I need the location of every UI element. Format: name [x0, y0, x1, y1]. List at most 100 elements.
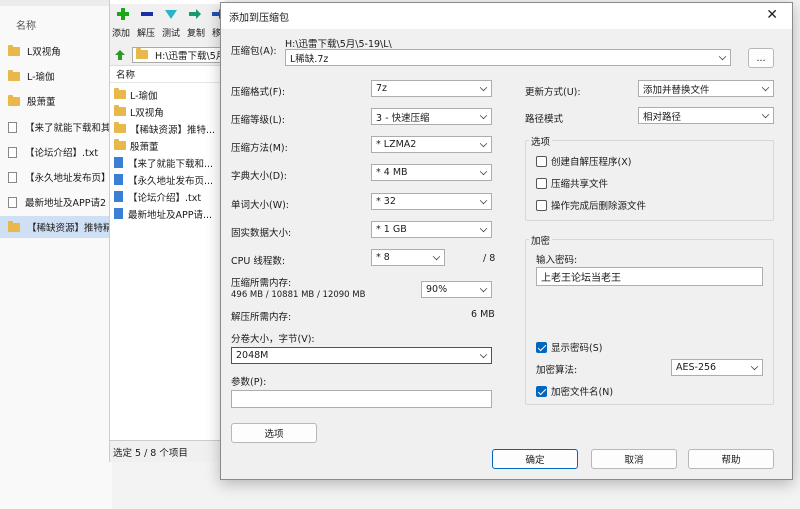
checkbox-box [536, 177, 547, 189]
add-button[interactable]: 添加 [112, 26, 130, 39]
delete-after-checkbox[interactable]: 操作完成后删除源文件 [536, 198, 646, 212]
cpu-threads-total: / 8 [483, 253, 496, 264]
file-explorer-window: 名称 L双视角 L-瑜伽 殷萧董 【来了就能下载和其 【论坛介绍】.txt 【永… [0, 0, 112, 509]
list-item[interactable]: 【来了就能下载和... [114, 154, 226, 171]
list-item[interactable]: 殷萧董 [0, 90, 112, 112]
list-item-label: 最新地址及APP请2 [25, 198, 107, 209]
parameters-input[interactable] [231, 390, 492, 408]
show-password-checkbox[interactable]: 显示密码(S) [536, 340, 602, 354]
cpu-threads-value: * 8 [376, 252, 390, 263]
list-item[interactable]: 最新地址及APP请... [114, 205, 226, 222]
chevron-down-icon [750, 362, 759, 371]
list-item[interactable]: 【来了就能下载和其 [0, 116, 112, 138]
method-value: * LZMA2 [376, 139, 417, 150]
encryption-method-label: 加密算法: [536, 365, 578, 376]
level-select[interactable]: 3 - 快速压缩 [371, 108, 492, 125]
word-size-select[interactable]: * 32 [371, 193, 492, 210]
help-button[interactable]: 帮助 [688, 449, 774, 469]
list-item-label: 【稀缺资源】推特精 [27, 223, 112, 234]
solid-size-select[interactable]: * 1 GB [371, 221, 492, 238]
format-select[interactable]: 7z [371, 80, 492, 97]
update-mode-select[interactable]: 添加并替换文件 [638, 80, 774, 97]
close-icon[interactable]: ✕ [766, 7, 778, 23]
chevron-down-icon [479, 224, 488, 233]
show-password-label: 显示密码(S) [551, 343, 603, 354]
encrypt-filenames-checkbox[interactable]: 加密文件名(N) [536, 384, 613, 398]
cancel-button[interactable]: 取消 [591, 449, 677, 469]
shared-files-checkbox[interactable]: 压缩共享文件 [536, 176, 608, 190]
list-item[interactable]: L双视角 [0, 40, 112, 62]
memory-percent-select[interactable]: 90% [421, 281, 492, 298]
doc-icon [114, 191, 123, 202]
copy-button[interactable]: 复制 [187, 26, 205, 39]
archive-name-value: L稀缺.7z [290, 53, 329, 65]
list-item[interactable]: 殷萧董 [114, 137, 226, 154]
split-size-combobox[interactable]: 2048M [231, 347, 492, 364]
explorer-column-name[interactable]: 名称 [16, 17, 36, 32]
list-item-label: 【论坛介绍】.txt [128, 192, 202, 204]
level-value: 3 - 快速压缩 [376, 112, 430, 124]
list-item[interactable]: L-瑜伽 [114, 86, 226, 103]
password-label: 输入密码: [536, 255, 578, 266]
encrypt-filenames-label: 加密文件名(N) [551, 387, 614, 398]
path-input[interactable]: H:\迅雷下载\5月 [132, 46, 226, 63]
extract-button[interactable]: 解压 [137, 26, 155, 39]
encryption-method-select[interactable]: AES-256 [671, 359, 763, 376]
dict-size-select[interactable]: * 4 MB [371, 164, 492, 181]
folder-icon [114, 88, 126, 99]
method-select[interactable]: * LZMA2 [371, 136, 492, 153]
list-item[interactable]: 【稀缺资源】推特精 [0, 216, 112, 238]
archive-label: 压缩包(A): [231, 46, 277, 57]
up-folder-icon[interactable] [114, 49, 126, 61]
list-item[interactable]: 【稀缺资源】推特... [114, 120, 226, 137]
list-item[interactable]: 【论坛介绍】.txt [0, 141, 112, 163]
list-item[interactable]: L-瑜伽 [0, 65, 112, 87]
memory-usage-detail: 496 MB / 10881 MB / 12090 MB [231, 290, 366, 300]
list-item[interactable]: 【永久地址发布页】 [0, 166, 112, 188]
options-button[interactable]: 选项 [231, 423, 317, 443]
cpu-threads-label: CPU 线程数: [231, 256, 286, 267]
doc-icon [114, 157, 123, 168]
archive-path: H:\迅雷下载\5月\5-19\L\ [285, 39, 392, 50]
path-text: H:\迅雷下载\5月 [155, 50, 226, 62]
password-input[interactable]: 上老王论坛当老王 [536, 267, 763, 286]
encryption-group-title: 加密 [529, 233, 553, 247]
ok-button[interactable]: 确定 [492, 449, 578, 469]
list-item[interactable]: L双视角 [114, 103, 226, 120]
update-mode-label: 更新方式(U): [525, 87, 581, 98]
path-mode-select[interactable]: 相对路径 [638, 107, 774, 124]
chevron-down-icon [479, 111, 488, 120]
list-item-label: 【来了就能下载和... [128, 158, 214, 170]
archive-name-combobox[interactable]: L稀缺.7z [285, 49, 731, 66]
list-item[interactable]: 【论坛介绍】.txt [114, 188, 226, 205]
chevron-down-icon [718, 52, 727, 61]
list-item[interactable]: 最新地址及APP请2 [0, 191, 112, 213]
add-to-archive-dialog: 添加到压缩包 ✕ 压缩包(A): H:\迅雷下载\5月\5-19\L\ L稀缺.… [220, 2, 793, 480]
parameters-label: 参数(P): [231, 377, 267, 388]
test-button[interactable]: 测试 [162, 26, 180, 39]
chevron-down-icon [479, 350, 488, 359]
format-label: 压缩格式(F): [231, 87, 286, 98]
sfx-checkbox[interactable]: 创建自解压程序(X) [536, 154, 631, 168]
list-item-label: 【论坛介绍】.txt [25, 148, 99, 159]
list-item[interactable]: 【永久地址发布页... [114, 171, 226, 188]
folder-icon [8, 69, 20, 81]
7zip-file-manager: 添加 解压 测试 复制 移 H:\迅雷下载\5月 名称 L-瑜伽 L双视角 【稀… [109, 0, 226, 462]
browse-button[interactable]: ... [748, 48, 774, 68]
list-item-label: 【来了就能下载和其 [25, 123, 111, 134]
dict-size-label: 字典大小(D): [231, 171, 287, 182]
list-item-label: 殷萧董 [130, 141, 159, 153]
list-item-label: 【永久地址发布页】 [25, 173, 111, 184]
solid-size-label: 固实数据大小: [231, 228, 292, 239]
doc-icon [114, 208, 123, 219]
folder-icon [8, 44, 20, 56]
dialog-title: 添加到压缩包 [229, 12, 289, 24]
column-header-name[interactable]: 名称 [110, 67, 226, 83]
solid-size-value: * 1 GB [376, 224, 407, 235]
folder-icon [136, 48, 148, 59]
folder-icon [114, 105, 126, 116]
method-label: 压缩方法(M): [231, 143, 288, 154]
word-size-value: * 32 [376, 196, 396, 207]
chevron-down-icon [761, 110, 770, 119]
cpu-threads-select[interactable]: * 8 [371, 249, 445, 266]
